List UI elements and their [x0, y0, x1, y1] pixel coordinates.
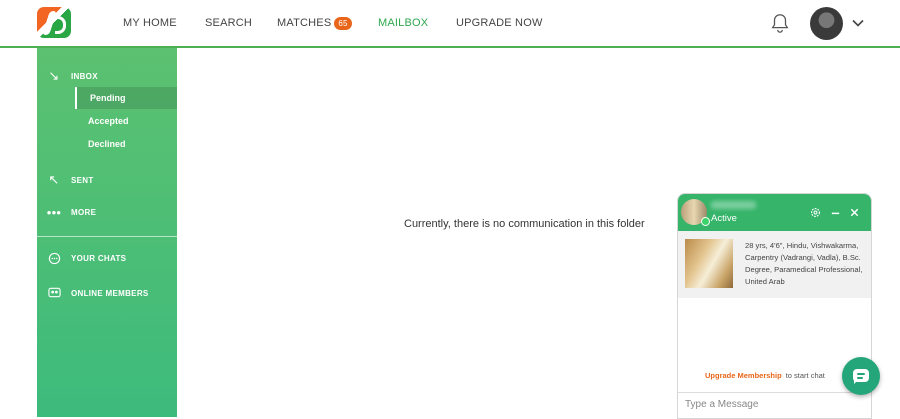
sidebar-inbox-label: INBOX [71, 71, 98, 81]
minimize-icon[interactable] [830, 207, 841, 218]
bell-icon[interactable] [769, 12, 791, 34]
sidebar-divider [37, 236, 177, 237]
sidebar-online-members-label: ONLINE MEMBERS [71, 288, 149, 298]
sidebar-more[interactable]: ••• MORE [37, 205, 96, 220]
sidebar-your-chats[interactable]: YOUR CHATS [37, 252, 126, 265]
upgrade-membership-link[interactable]: Upgrade Membership [705, 371, 782, 380]
chat-status: Active [711, 213, 737, 224]
chat-header[interactable]: Active [678, 194, 871, 231]
sidebar-item-pending[interactable]: Pending [75, 87, 177, 109]
profile-photo [685, 239, 733, 288]
close-icon[interactable] [849, 207, 860, 218]
nav-matches[interactable]: MATCHES 65 [277, 0, 352, 46]
sidebar-item-declined[interactable]: Declined [75, 133, 177, 155]
sidebar-online-members[interactable]: ONLINE MEMBERS [37, 287, 149, 299]
sidebar-your-chats-label: YOUR CHATS [71, 254, 127, 263]
logo[interactable] [37, 7, 71, 38]
upgrade-prompt-text: to start chat [785, 371, 825, 380]
members-icon [37, 287, 71, 299]
message-fab-button[interactable] [842, 357, 880, 395]
dots-icon: ••• [46, 205, 62, 220]
settings-icon[interactable] [810, 207, 821, 218]
nav-my-home[interactable]: MY HOME [123, 0, 177, 46]
sidebar-more-label: MORE [71, 208, 97, 217]
matches-count-badge: 65 [334, 16, 352, 30]
chat-bubble-icon [37, 252, 71, 265]
arrow-up-left-icon: ↖ [48, 172, 60, 187]
sidebar-sent-label: SENT [71, 175, 94, 185]
sidebar-inbox[interactable]: ↘ INBOX [37, 68, 98, 84]
mailbox-sidebar: ↘ INBOX Pending Accepted Declined ↖ SENT… [37, 48, 177, 417]
empty-folder-message: Currently, there is no communication in … [404, 218, 645, 230]
upgrade-prompt: Upgrade Membership to start chat [705, 371, 825, 380]
chat-contact-name-blurred [711, 201, 756, 209]
message-input[interactable]: Type a Message [678, 392, 871, 418]
chevron-down-icon[interactable] [851, 16, 865, 30]
avatar[interactable] [810, 7, 843, 40]
nav-mailbox[interactable]: MAILBOX [378, 0, 428, 46]
nav-search[interactable]: SEARCH [205, 0, 252, 46]
profile-details: 28 yrs, 4'6", Hindu, Vishwakarma, Carpen… [745, 241, 863, 286]
sidebar-sent[interactable]: ↖ SENT [37, 172, 94, 188]
chat-window: Active 28 yrs, 4'6", Hindu, Vishwakarma,… [677, 193, 872, 419]
online-status-dot [701, 217, 710, 226]
chat-profile-card[interactable]: 28 yrs, 4'6", Hindu, Vishwakarma, Carpen… [678, 231, 871, 298]
top-nav-bar: MY HOME SEARCH MATCHES 65 MAILBOX UPGRAD… [0, 0, 900, 48]
sidebar-item-accepted[interactable]: Accepted [75, 110, 177, 132]
arrow-down-right-icon: ↘ [48, 68, 60, 83]
nav-upgrade-now[interactable]: UPGRADE NOW [456, 0, 543, 46]
